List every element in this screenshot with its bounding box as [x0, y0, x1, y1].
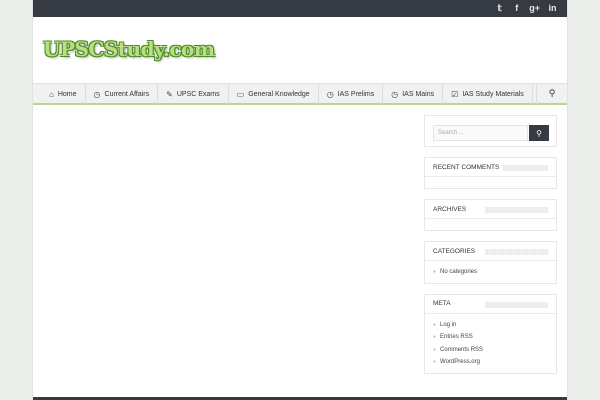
meta-link-entries-rss[interactable]: ● Entries RSS [433, 331, 548, 344]
site-logo[interactable]: UPSCStudy.com [43, 37, 215, 61]
widget-title: Meta [433, 300, 455, 308]
nav-item-label: UPSC Exams [176, 90, 220, 98]
nav-item-label: IAS Study Materials [462, 90, 524, 98]
widget-body [425, 219, 556, 230]
nav-item-label: General Knowledge [248, 90, 310, 98]
title-stripe [485, 249, 548, 255]
widget-categories: Categories ● No categories [424, 241, 557, 284]
twitter-icon[interactable]: 𝕥 [495, 2, 504, 15]
clock-icon: ◷ [326, 89, 334, 99]
linkedin-icon[interactable]: in [548, 2, 557, 15]
nav-item-ias-prelims[interactable]: ◷ IAS Prelims [319, 84, 384, 104]
google-plus-icon[interactable]: g+ [529, 2, 540, 15]
search-icon: ⚲ [548, 89, 556, 99]
bullet-icon: ● [433, 346, 437, 353]
bullet-icon: ● [433, 269, 437, 275]
nav-item-general-knowledge[interactable]: ▭ General Knowledge [229, 84, 319, 104]
search-icon: ⚲ [536, 128, 542, 138]
nav-item-upsc-exams[interactable]: ✎ UPSC Exams [158, 84, 229, 104]
bullet-icon: ● [433, 334, 437, 341]
widget-title: Recent Comments [433, 163, 504, 171]
nav-item-ias-study-materials[interactable]: ☑ IAS Study Materials [443, 84, 533, 104]
search-submit-button[interactable]: ⚲ [529, 125, 549, 141]
nav-item-ias-mains[interactable]: ◷ IAS Mains [383, 84, 444, 104]
title-stripe [485, 207, 548, 213]
top-bar: 𝕥 f g+ in [33, 0, 567, 17]
meta-link-wordpress[interactable]: ● WordPress.org [433, 356, 548, 369]
widget-title: Archives [433, 205, 471, 213]
nav-search-button[interactable]: ⚲ [536, 84, 567, 104]
pencil-icon: ✎ [166, 89, 173, 99]
meta-link-comments-rss[interactable]: ● Comments RSS [433, 344, 548, 357]
bullet-icon: ● [433, 359, 437, 366]
nav-item-label: Home [57, 90, 77, 98]
main-nav: ⌂ Home ◷ Current Affairs ✎ UPSC Exams ▭ … [33, 83, 567, 105]
widget-body: ● No categories [425, 261, 556, 283]
nav-item-label: IAS Mains [402, 90, 435, 98]
meta-link-login[interactable]: ● Log in [433, 319, 548, 332]
widget-archives: Archives [424, 199, 557, 231]
nav-item-home[interactable]: ⌂ Home [41, 84, 86, 104]
social-links: 𝕥 f g+ in [495, 2, 557, 15]
nav-item-current-affairs[interactable]: ◷ Current Affairs [86, 84, 159, 104]
title-stripe [485, 301, 548, 308]
home-icon: ⌂ [49, 89, 54, 99]
list-item: ● No categories [433, 266, 548, 279]
bullet-icon: ● [433, 321, 437, 328]
nav-item-label: Current Affairs [104, 90, 150, 98]
sidebar: Search ... ⚲ Recent Comments Archives Ca… [424, 115, 557, 374]
search-widget: Search ... ⚲ [424, 115, 557, 147]
nav-item-label: IAS Prelims [337, 90, 375, 98]
clock-icon: ◷ [93, 89, 101, 99]
widget-body [425, 177, 556, 188]
search-input[interactable]: Search ... [433, 125, 528, 141]
page-container: 𝕥 f g+ in UPSCStudy.com ⌂ Home ◷ Current… [33, 0, 567, 400]
clock-icon: ◷ [391, 89, 399, 99]
widget-meta: Meta ● Log in ● Entries RSS ● Comments RSS … [424, 293, 557, 374]
site-header: UPSCStudy.com [33, 17, 567, 83]
widget-title: Categories [433, 247, 480, 255]
book-icon: ▭ [236, 89, 245, 99]
facebook-icon[interactable]: f [512, 2, 521, 15]
checklist-icon: ☑ [451, 89, 459, 99]
widget-recent-comments: Recent Comments [424, 157, 557, 189]
widget-body: ● Log in ● Entries RSS ● Comments RSS ● Word… [425, 314, 556, 373]
